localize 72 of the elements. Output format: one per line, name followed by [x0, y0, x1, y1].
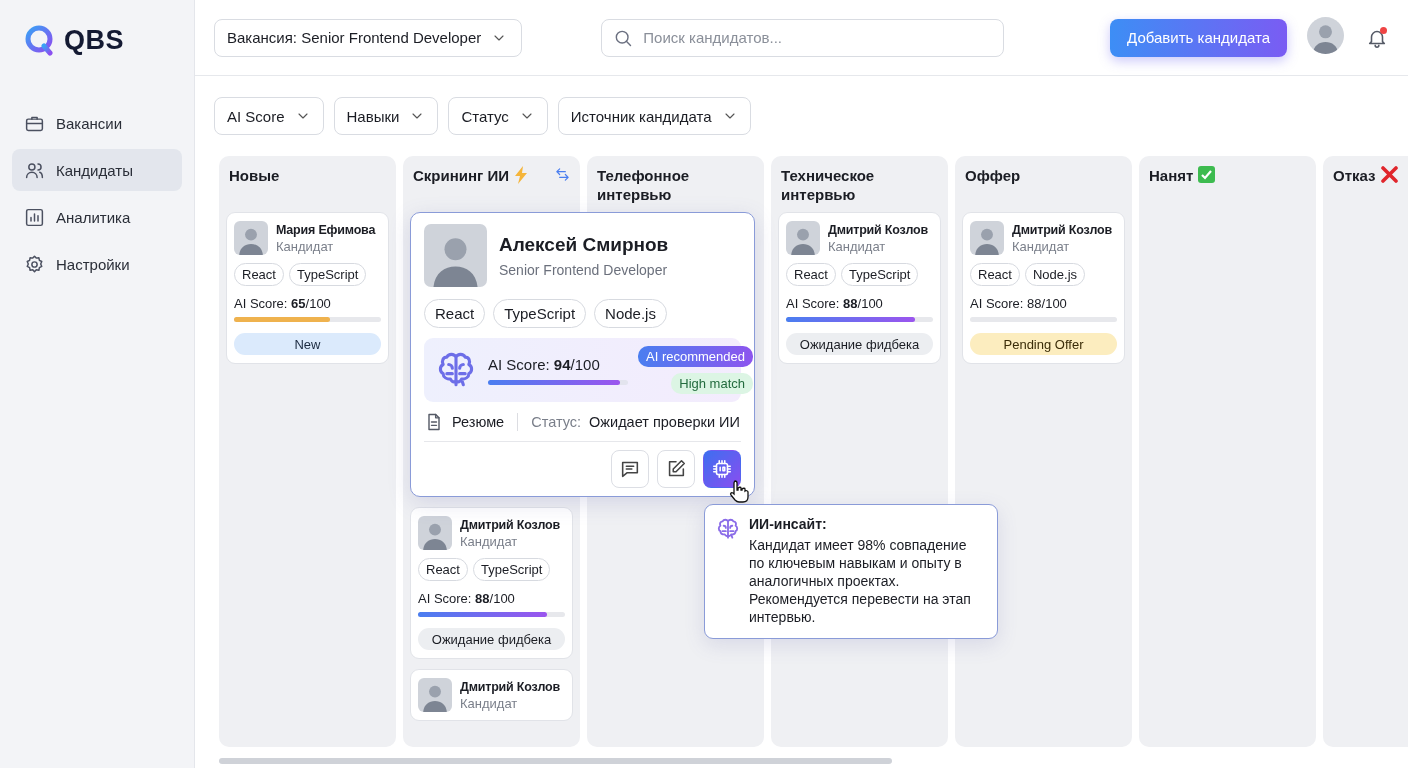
lightning-icon	[514, 166, 529, 184]
candidate-photo	[418, 678, 452, 712]
tooltip-title: ИИ-инсайт:	[749, 516, 828, 532]
check-icon	[1198, 166, 1216, 183]
candidate-photo	[424, 224, 487, 287]
column-title: Техническое интервью	[781, 166, 876, 204]
candidate-role: Кандидат	[460, 695, 519, 711]
vacancy-dropdown[interactable]: Вакансия: Senior Frontend Developer	[214, 18, 523, 57]
edit-button[interactable]	[657, 450, 695, 488]
brain-icon	[715, 516, 741, 542]
comment-button[interactable]	[611, 450, 649, 488]
ai-analysis-button[interactable]	[703, 450, 741, 488]
filter-dropdown[interactable]: AI Score	[214, 97, 324, 135]
ai-score: AI Score: 94/100	[488, 355, 601, 373]
candidate-name: Дмитрий Козлов	[828, 222, 928, 237]
chip-icon	[711, 458, 733, 480]
status-badge: Pending Offer	[970, 333, 1117, 355]
sidebar-item[interactable]: Вакансии	[12, 102, 182, 144]
candidate-card[interactable]: Дмитрий Козлов Кандидат	[410, 669, 573, 721]
status-badge: Ожидание фидбека	[418, 628, 565, 650]
candidate-name: Дмитрий Козлов	[460, 517, 560, 532]
candidate-name: Дмитрий Козлов	[1012, 222, 1112, 237]
candidate-role: Кандидат	[1012, 238, 1071, 254]
column-title: Скрининг ИИ	[413, 166, 510, 185]
status-label: Статус:	[531, 414, 582, 430]
chart-icon	[24, 206, 45, 228]
candidate-role: Кандидат	[276, 238, 335, 254]
candidate-photo	[234, 221, 268, 255]
sidebar-item[interactable]: Настройки	[12, 243, 182, 285]
settings-icon	[24, 253, 45, 275]
column-title: Нанят	[1149, 166, 1194, 185]
add-candidate-button[interactable]: Добавить кандидата	[1110, 18, 1287, 57]
ai-score: AI Score: 88/100	[418, 591, 516, 606]
resume-link[interactable]: Резюме	[452, 414, 505, 430]
filter-dropdown[interactable]: Статус	[448, 97, 548, 135]
filter-dropdown[interactable]: Источник кандидата	[557, 97, 751, 135]
column-title: Отказ	[1333, 166, 1376, 185]
candidate-name: Мария Ефимова	[276, 222, 376, 237]
status-badge: Ожидание фидбека	[786, 333, 933, 355]
candidate-photo	[786, 221, 820, 255]
filter-dropdown[interactable]: Навыки	[333, 97, 439, 135]
ai-score: AI Score: 65/100	[234, 296, 332, 311]
ai-score: AI Score: 88/100	[970, 296, 1068, 311]
logo-icon	[24, 24, 56, 56]
search-field[interactable]: Поиск кандидатов...	[601, 18, 1005, 57]
ai-score: AI Score: 88/100	[786, 296, 884, 311]
swap-arrows-icon[interactable]	[554, 166, 571, 183]
candidate-card[interactable]: Мария Ефимова Кандидат React TypeScript AI Score: 65/100 New	[226, 212, 389, 364]
candidate-role: Senior Frontend Developer	[499, 261, 669, 278]
cross-icon	[1380, 166, 1398, 183]
column-title: Новые	[229, 166, 280, 185]
candidate-photo	[418, 516, 452, 550]
horizontal-scrollbar[interactable]	[219, 758, 892, 764]
candidate-photo	[970, 221, 1004, 255]
sidebar-item[interactable]: Кандидаты	[12, 149, 182, 191]
candidate-card[interactable]: Дмитрий Козлов Кандидат React Node.js AI Score: 88/100 Pending Offer	[962, 212, 1125, 364]
avatar	[1307, 17, 1344, 54]
recommended-badge: AI recommended	[638, 346, 753, 367]
column-title: Оффер	[965, 166, 1021, 185]
candidate-role: Кандидат	[460, 533, 519, 549]
column-title: Телефонное интервью	[597, 166, 691, 204]
candidate-role: Кандидат	[828, 238, 887, 254]
status-value: Ожидает проверки ИИ	[589, 414, 740, 430]
candidate-card[interactable]: Дмитрий Козлов Кандидат React TypeScript AI Score: 88/100 Ожидание фидбека	[778, 212, 941, 364]
status-badge: New	[234, 333, 381, 355]
tooltip-text: Кандидат имеет 98% совпадение по ключевым навыкам и опыту в аналогичных проектах. Рекомендуется перевести на этап интервью.	[749, 536, 972, 626]
candidate-name: Алексей Смирнов	[499, 233, 669, 256]
logo-text: QBS	[64, 24, 124, 56]
candidate-card[interactable]: Дмитрий Козлов Кандидат React TypeScript AI Score: 88/100 Ожидание фидбека	[410, 507, 573, 659]
candidate-name: Дмитрий Козлов	[460, 679, 560, 694]
match-badge: High match	[671, 373, 753, 394]
sidebar-item[interactable]: Аналитика	[12, 196, 182, 238]
